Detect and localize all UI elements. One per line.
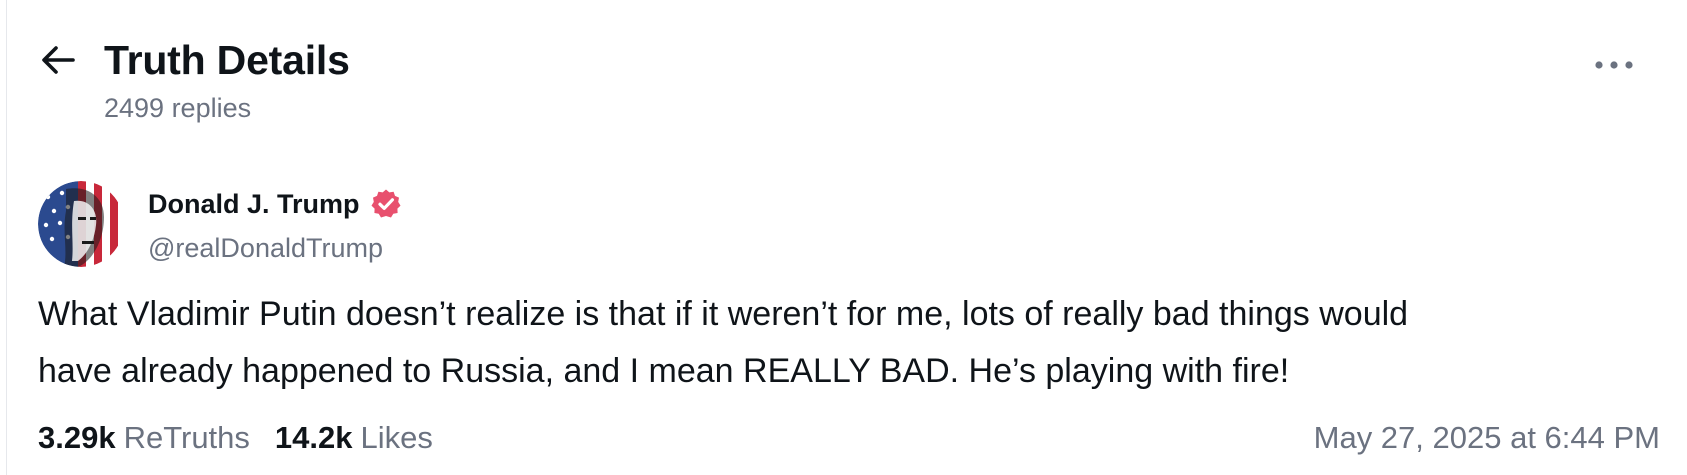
post-text-line-2: have already happened to Russia, and I m… (38, 352, 1290, 390)
likes-stat[interactable]: 14.2k Likes (275, 420, 433, 456)
more-options-button[interactable] (1588, 48, 1640, 82)
post-stats: 3.29k ReTruths 14.2k Likes (38, 420, 433, 456)
page-title: Truth Details (104, 37, 350, 83)
retruths-label: ReTruths (123, 420, 250, 455)
reply-count: 2499 replies (104, 93, 252, 123)
page-header: Truth Details 2499 replies (0, 0, 1687, 140)
retruths-stat[interactable]: 3.29k ReTruths (38, 420, 250, 456)
author-name-row[interactable]: Donald J. Trump (148, 188, 402, 220)
likes-label: Likes (360, 420, 433, 455)
author-display-name[interactable]: Donald J. Trump (148, 189, 360, 220)
post-author: Donald J. Trump @realDonaldTrump (38, 181, 738, 271)
author-handle[interactable]: @realDonaldTrump (148, 233, 383, 264)
likes-count: 14.2k (274, 420, 353, 455)
arrow-left-icon (42, 46, 75, 74)
post-text: What Vladimir Putin doesn’t realize is t… (38, 286, 1658, 400)
avatar-image (38, 181, 124, 267)
post-timestamp: May 27, 2025 at 6:44 PM (1313, 420, 1660, 455)
verified-badge-icon (371, 189, 401, 218)
more-horizontal-icon (1595, 61, 1633, 69)
post-text-line-1: What Vladimir Putin doesn’t realize is t… (38, 295, 1409, 333)
retruths-count: 3.29k (38, 420, 116, 455)
back-button[interactable] (38, 40, 78, 80)
avatar[interactable] (38, 181, 124, 267)
